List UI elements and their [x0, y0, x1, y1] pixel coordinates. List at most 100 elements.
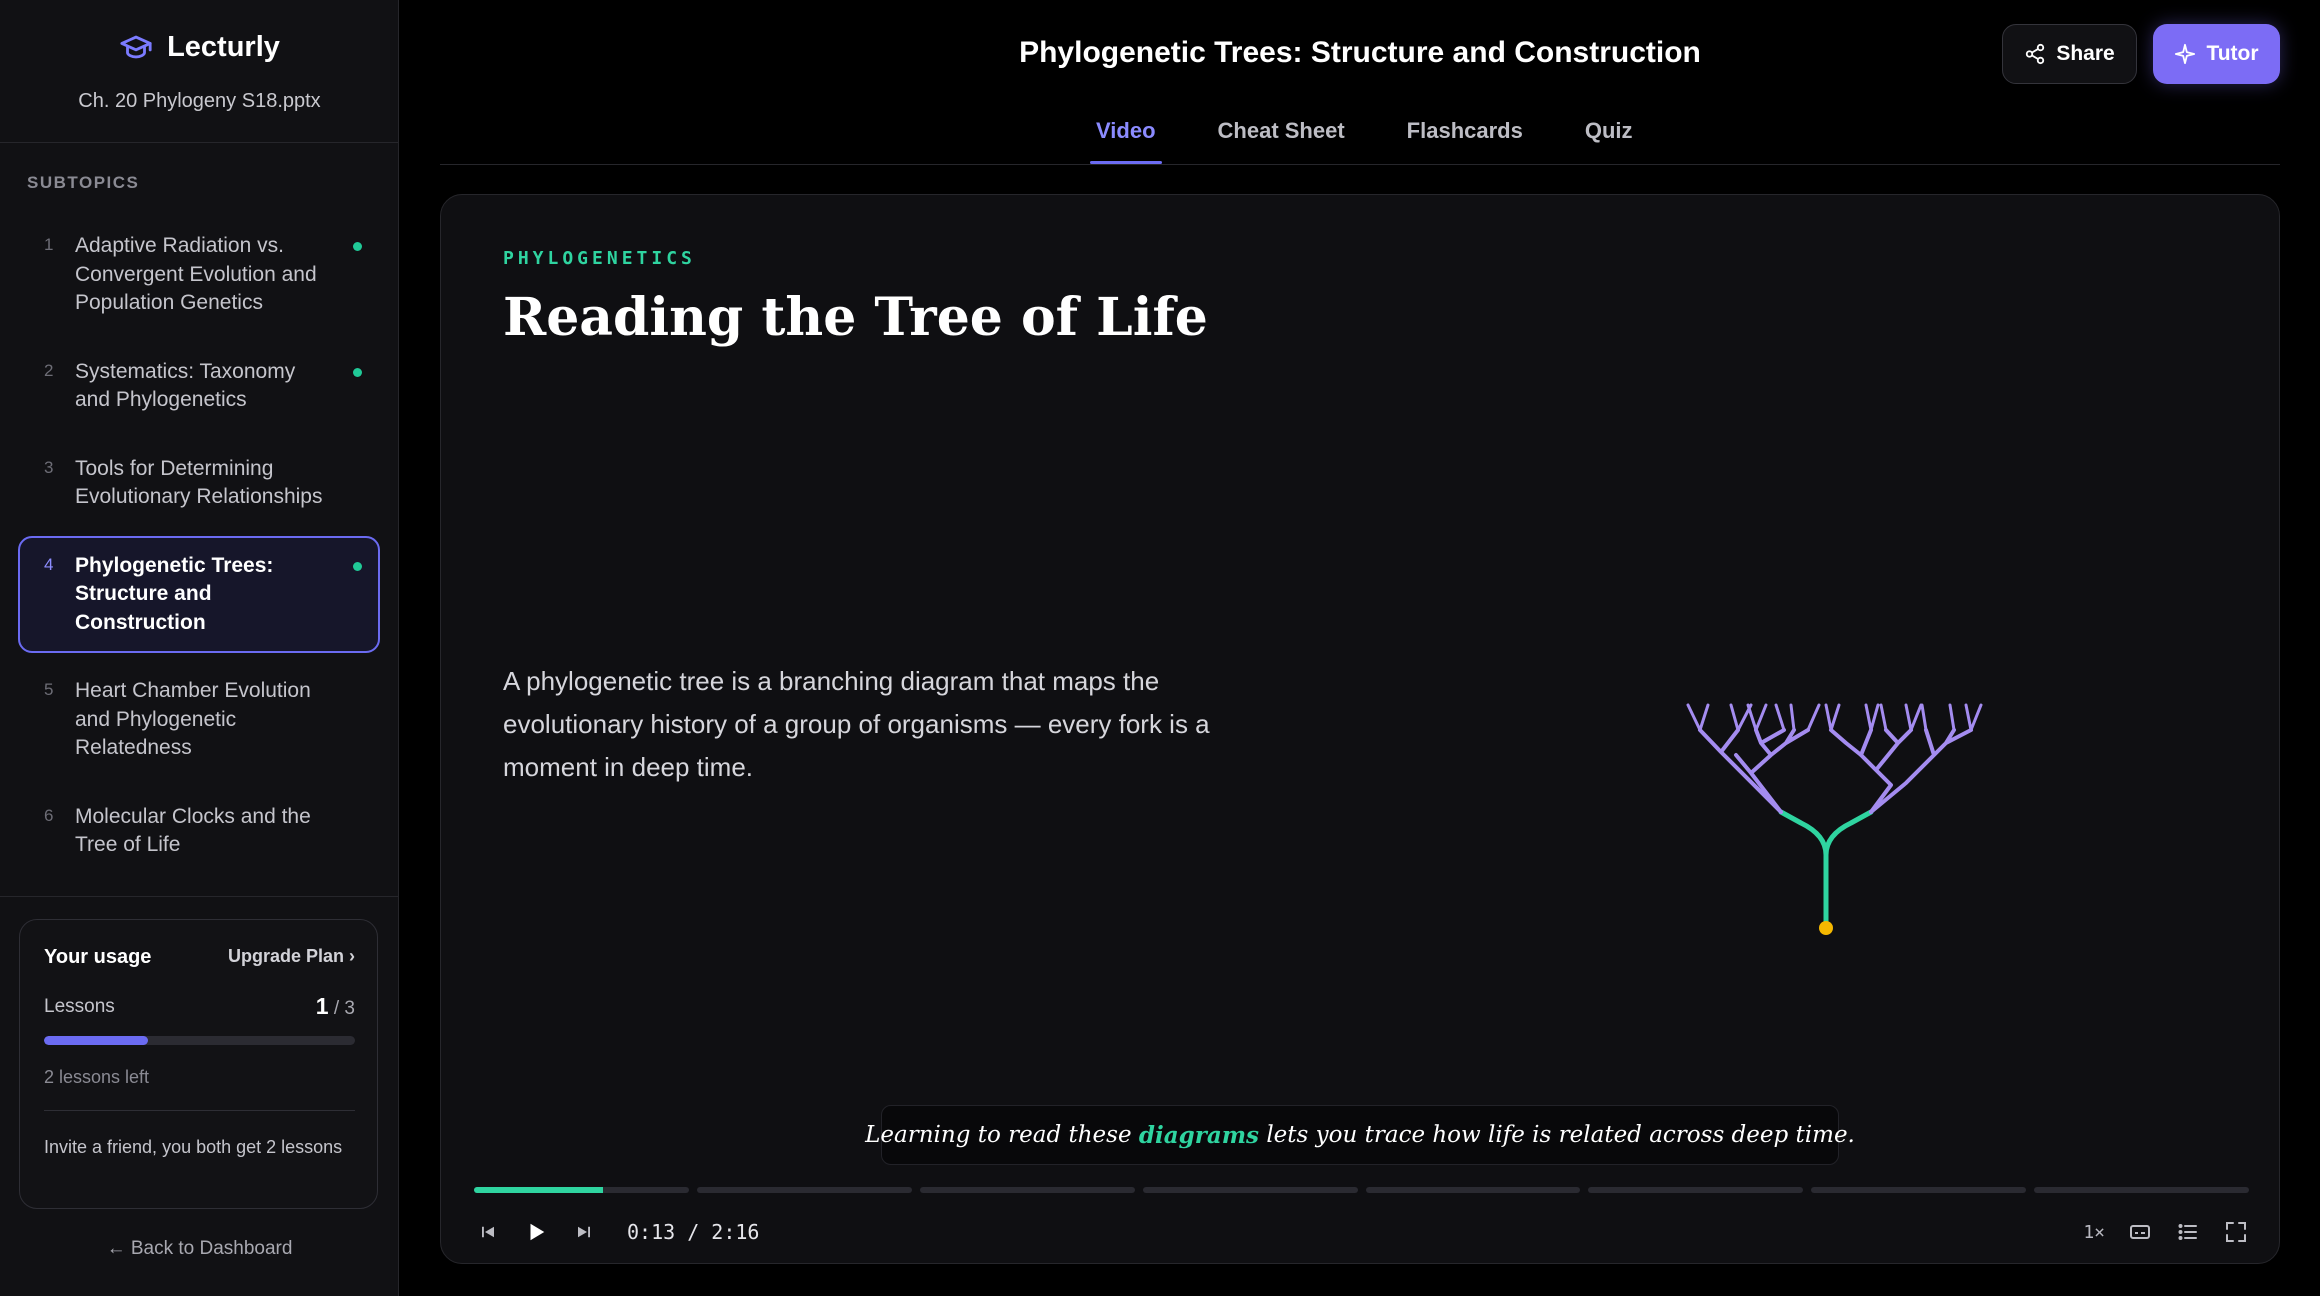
divider — [0, 896, 399, 897]
tree-branch — [1869, 728, 1973, 814]
chapter-segment[interactable] — [474, 1187, 689, 1193]
lessons-used: 1 — [315, 993, 329, 1019]
play-button[interactable] — [519, 1215, 553, 1249]
chapter-segment[interactable] — [1811, 1187, 2027, 1193]
subtopic-number: 3 — [44, 457, 54, 477]
playback-controls: 0:13 / 2:16 — [471, 1212, 759, 1252]
subtopic-item[interactable]: 1 Adaptive Radiation vs. Convergent Evolu… — [18, 216, 380, 334]
sidebar: Lecturly Ch. 20 Phylogeny S18.pptx SUBTO… — [0, 0, 399, 1296]
tree-root-node — [1819, 921, 1833, 935]
brand-name: Lecturly — [167, 30, 280, 63]
tree-trunk — [1823, 809, 1874, 931]
subtopics-list: 1 Adaptive Radiation vs. Convergent Evolu… — [18, 216, 380, 884]
caption-highlight: diagrams — [1138, 1121, 1260, 1149]
fullscreen-button[interactable] — [2219, 1215, 2253, 1249]
tab-cheat-sheet[interactable]: Cheat Sheet — [1212, 112, 1351, 164]
caption-text: lets you trace how life is related acros… — [1266, 1122, 1855, 1148]
subtopic-number: 1 — [44, 235, 54, 254]
subtopic-item[interactable]: 6 Molecular Clocks and the Tree of Life — [18, 787, 380, 876]
chapter-segment[interactable] — [696, 1187, 912, 1193]
subtopic-title: Adaptive Radiation vs. Convergent Evolut… — [75, 234, 317, 314]
skip-back-icon — [482, 1226, 494, 1238]
video-player[interactable]: PHYLOGENETICS Reading the Tree of Life A… — [440, 194, 2280, 1264]
share-button[interactable]: Share — [2002, 24, 2137, 84]
captions-button[interactable] — [2123, 1215, 2157, 1249]
tab-quiz[interactable]: Quiz — [1579, 112, 1639, 164]
skip-back-button[interactable] — [471, 1215, 505, 1249]
subtopic-item[interactable]: 4 Phylogenetic Trees: Structure and Const… — [18, 535, 380, 653]
chapter-segment[interactable] — [1142, 1187, 1358, 1193]
subtopic-number: 5 — [44, 680, 54, 699]
tab-video[interactable]: Video — [1090, 112, 1162, 164]
tutor-label: Tutor — [2206, 42, 2259, 65]
tutor-button[interactable]: Tutor — [2153, 24, 2280, 84]
lessons-left: 2 lessons left — [44, 1067, 150, 1087]
fullscreen-icon — [2226, 1222, 2246, 1242]
skip-forward-button[interactable] — [567, 1215, 601, 1249]
chapter-progress-bar[interactable] — [474, 1187, 2249, 1193]
lessons-progress-bar — [44, 1036, 355, 1045]
sparkle-icon — [2175, 43, 2196, 65]
subtopic-number: 4 — [44, 554, 54, 574]
tabs-divider — [440, 164, 2280, 165]
chapter-segment[interactable] — [1365, 1187, 1581, 1193]
back-to-dashboard-link[interactable]: ← Back to Dashboard — [0, 1238, 399, 1260]
brand[interactable]: Lecturly — [0, 30, 399, 64]
usage-title: Your usage — [44, 946, 152, 968]
chapter-segment[interactable] — [1588, 1187, 1804, 1193]
play-icon — [530, 1223, 545, 1241]
lessons-total: / 3 — [333, 998, 355, 1019]
lessons-progress-fill — [44, 1036, 148, 1045]
lessons-count: 1 / 3 — [316, 993, 355, 1020]
tree-branch — [1824, 703, 1983, 732]
tree-branch — [1829, 728, 1913, 814]
subtopic-title: Molecular Clocks and the Tree of Life — [75, 804, 311, 857]
chapter-segment[interactable] — [919, 1187, 1135, 1193]
skip-forward-icon — [578, 1226, 590, 1238]
share-label: Share — [2056, 42, 2115, 65]
slide-heading: Reading the Tree of Life — [503, 287, 1208, 348]
player-options: 1× — [2083, 1212, 2253, 1252]
subtopic-item[interactable]: 3 Tools for Determining Evolutionary Rela… — [18, 439, 380, 528]
chapter-segment[interactable] — [2034, 1187, 2249, 1193]
slide-body: A phylogenetic tree is a branching diagr… — [503, 666, 1210, 782]
invite-friend-link[interactable]: Invite a friend, you both get 2 lessons — [44, 1134, 344, 1161]
caption-text: Learning to read these — [865, 1122, 1132, 1148]
chapters-button[interactable] — [2171, 1215, 2205, 1249]
lessons-label: Lessons — [44, 996, 115, 1017]
completed-dot-icon — [353, 561, 362, 571]
subtopics-heading: SUBTOPICS — [27, 173, 140, 192]
completed-dot-icon — [353, 242, 362, 251]
tab-flashcards[interactable]: Flashcards — [1401, 112, 1529, 164]
tree-branch — [1686, 703, 1821, 732]
tree-trunk — [1778, 809, 1829, 858]
subtopic-number: 6 — [44, 805, 54, 825]
page-title: Phylogenetic Trees: Structure and Constr… — [1019, 36, 1701, 69]
share-icon — [2026, 43, 2045, 65]
list-icon — [2178, 1224, 2197, 1240]
subtopic-number: 2 — [44, 360, 54, 380]
completed-dot-icon — [353, 367, 362, 377]
tree-branch — [1698, 728, 1783, 814]
file-name: Ch. 20 Phylogeny S18.pptx — [78, 90, 321, 112]
graduation-cap-icon — [120, 35, 152, 59]
subtopic-title: Systematics: Taxonomy and Phylogenetics — [75, 359, 296, 412]
time-display: 0:13 / 2:16 — [627, 1220, 760, 1244]
divider — [0, 142, 399, 143]
captions-icon — [2130, 1225, 2150, 1239]
slide-eyebrow: PHYLOGENETICS — [503, 248, 696, 269]
subtopic-item[interactable]: 5 Heart Chamber Evolution and Phylogeneti… — [18, 661, 380, 779]
usage-card: Your usage Upgrade Plan › Lessons 1 / 3 … — [19, 919, 378, 1209]
subtopic-item[interactable]: 2 Systematics: Taxonomy and Phylogenetics — [18, 342, 380, 431]
subtopic-title: Heart Chamber Evolution and Phylogenetic… — [75, 679, 311, 759]
content-tabs: Video Cheat Sheet Flashcards Quiz — [1090, 112, 1689, 164]
subtopic-title: Phylogenetic Trees: Structure and Constr… — [75, 553, 274, 634]
tree-branch — [1734, 728, 1810, 814]
phylogenetic-tree-illustration — [1686, 703, 1983, 935]
playback-speed-button[interactable]: 1× — [2083, 1222, 2105, 1243]
upgrade-plan-link[interactable]: Upgrade Plan › — [228, 946, 355, 967]
chapter-segment-fill — [474, 1187, 603, 1193]
divider — [44, 1110, 355, 1111]
subtopic-title: Tools for Determining Evolutionary Relat… — [75, 456, 323, 509]
caption-subtitle: Learning to read these diagrams lets you… — [865, 1105, 1855, 1165]
